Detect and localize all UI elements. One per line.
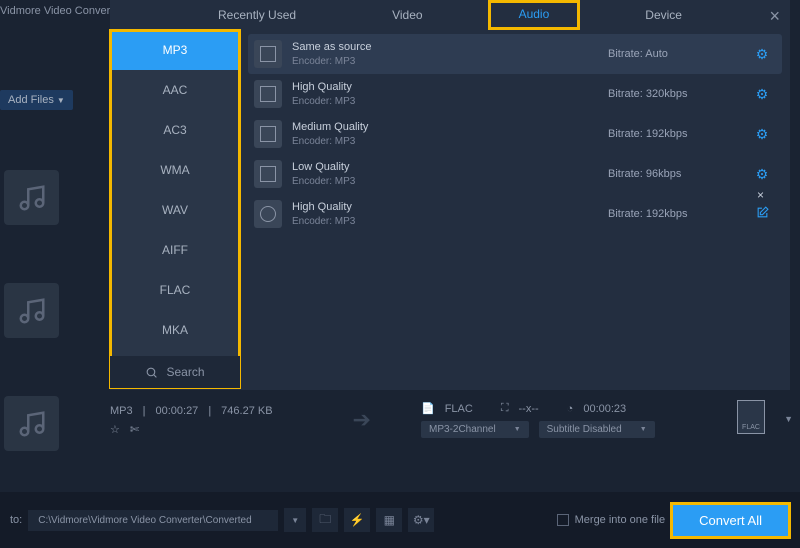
format-item-ac3[interactable]: AC3 xyxy=(110,110,240,150)
tab-audio[interactable]: Audio xyxy=(489,1,580,29)
preset-same-as-source[interactable]: Same as source Encoder: MP3 Bitrate: Aut… xyxy=(248,34,782,74)
tab-recently-used[interactable]: Recently Used xyxy=(188,2,326,28)
format-search[interactable]: Search xyxy=(110,356,240,388)
preset-title: Low Quality xyxy=(292,160,608,174)
source-duration: 00:00:27 xyxy=(155,405,198,417)
preset-high-quality[interactable]: High Quality Encoder: MP3 Bitrate: 320kb… xyxy=(248,74,782,114)
output-path[interactable]: C:\Vidmore\Vidmore Video Converter\Conve… xyxy=(28,510,278,531)
preset-low-quality[interactable]: Low Quality Encoder: MP3 Bitrate: 96kbps… xyxy=(248,154,782,194)
merge-checkbox[interactable]: Merge into one file xyxy=(557,514,666,526)
preset-bitrate: Bitrate: 192kbps xyxy=(608,128,748,140)
checkbox-icon xyxy=(557,514,569,526)
preset-title: Medium Quality xyxy=(292,120,608,134)
preset-icon xyxy=(254,40,282,68)
output-path-dropdown[interactable]: ▼ xyxy=(284,508,306,532)
target-format-icon: 📄 xyxy=(421,402,435,415)
source-info: MP3 | 00:00:27 | 746.27 KB ☆ ✄ xyxy=(110,405,273,436)
gear-icon[interactable]: ⚙ xyxy=(748,166,776,183)
format-item-wav[interactable]: WAV xyxy=(110,190,240,230)
add-files-label: Add Files xyxy=(8,94,54,106)
output-to-label: to: xyxy=(10,514,22,526)
subtitle-select[interactable]: Subtitle Disabled xyxy=(539,421,655,438)
preset-bitrate: Bitrate: Auto xyxy=(608,48,748,60)
source-size: 746.27 KB xyxy=(221,405,272,417)
add-files-button[interactable]: Add Files ▼ xyxy=(0,90,73,110)
format-sidebar: MP3 AAC AC3 WMA WAV AIFF FLAC MKA Search xyxy=(110,30,240,388)
preset-encoder: Encoder: MP3 xyxy=(292,95,608,108)
preset-medium-quality[interactable]: Medium Quality Encoder: MP3 Bitrate: 192… xyxy=(248,114,782,154)
preset-icon xyxy=(254,120,282,148)
audio-track-select[interactable]: MP3-2Channel xyxy=(421,421,529,438)
preset-encoder: Encoder: MP3 xyxy=(292,175,608,188)
top-tabs: Recently Used Video Audio Device xyxy=(110,0,790,30)
merge-label: Merge into one file xyxy=(575,514,666,526)
preset-bitrate: Bitrate: 192kbps xyxy=(608,208,748,220)
preset-bitrate: Bitrate: 96kbps xyxy=(608,168,748,180)
preset-title: High Quality xyxy=(292,80,608,94)
format-item-flac[interactable]: FLAC xyxy=(110,270,240,310)
format-item-mka[interactable]: MKA xyxy=(110,310,240,350)
close-icon[interactable]: × xyxy=(757,188,764,202)
preset-icon xyxy=(254,80,282,108)
format-item-mp3[interactable]: MP3 xyxy=(110,30,240,70)
preset-text: Medium Quality Encoder: MP3 xyxy=(292,120,608,147)
target-duration: 00:00:23 xyxy=(583,403,626,415)
open-folder-icon[interactable]: 🗀 xyxy=(312,508,338,532)
edit-icon[interactable] xyxy=(748,206,776,222)
music-note-icon xyxy=(17,409,47,439)
file-thumb-3[interactable] xyxy=(4,396,59,451)
preset-custom-high[interactable]: High Quality Encoder: MP3 Bitrate: 192kb… xyxy=(248,194,782,234)
settings-dropdown-icon[interactable]: ⚙▾ xyxy=(408,508,434,532)
arrow-icon: ➔ xyxy=(353,407,371,433)
music-note-icon xyxy=(17,183,47,213)
footer-bar: to: C:\Vidmore\Vidmore Video Converter\C… xyxy=(0,492,800,548)
music-note-icon xyxy=(17,296,47,326)
preset-title: High Quality xyxy=(292,200,608,214)
expand-icon: ⛶ xyxy=(501,402,509,415)
app-title: Vidmore Video Converter xyxy=(0,5,123,17)
target-format: FLAC xyxy=(445,403,473,415)
target-profile-badge[interactable]: FLAC xyxy=(737,400,765,434)
preset-text: Low Quality Encoder: MP3 xyxy=(292,160,608,187)
convert-all-button[interactable]: Convert All xyxy=(671,503,790,538)
close-icon[interactable]: × xyxy=(769,6,780,27)
gear-icon[interactable]: ⚙ xyxy=(748,46,776,63)
preset-icon xyxy=(254,160,282,188)
file-thumb-1[interactable] xyxy=(4,170,59,225)
cut-icon[interactable]: ✄ xyxy=(130,423,139,436)
target-info: 📄 FLAC ⛶ --x-- ◔ 00:00:23 MP3-2Channel S… xyxy=(421,402,775,438)
gear-icon[interactable]: ⚙ xyxy=(748,86,776,103)
gpu-icon[interactable]: ▦ xyxy=(376,508,402,532)
preset-bitrate: Bitrate: 320kbps xyxy=(608,88,748,100)
preset-text: Same as source Encoder: MP3 xyxy=(292,40,608,67)
conversion-info-bar: MP3 | 00:00:27 | 746.27 KB ☆ ✄ ➔ 📄 FLAC … xyxy=(110,395,775,445)
clock-icon: ◔ xyxy=(567,403,574,415)
gear-icon[interactable]: ⚙ xyxy=(748,126,776,143)
search-icon xyxy=(145,366,158,379)
preset-list: Same as source Encoder: MP3 Bitrate: Aut… xyxy=(240,30,790,388)
preset-encoder: Encoder: MP3 xyxy=(292,135,608,148)
star-icon[interactable]: ☆ xyxy=(110,423,120,436)
preset-encoder: Encoder: MP3 xyxy=(292,55,608,68)
preset-icon xyxy=(254,200,282,228)
profile-dropdown-caret[interactable]: ▼ xyxy=(784,414,793,424)
format-item-aac[interactable]: AAC xyxy=(110,70,240,110)
source-format: MP3 xyxy=(110,405,133,417)
format-item-wma[interactable]: WMA xyxy=(110,150,240,190)
format-item-aiff[interactable]: AIFF xyxy=(110,230,240,270)
preset-text: High Quality Encoder: MP3 xyxy=(292,200,608,227)
tab-video[interactable]: Video xyxy=(362,2,452,28)
file-thumb-2[interactable] xyxy=(4,283,59,338)
speed-icon[interactable]: ⚡ xyxy=(344,508,370,532)
preset-title: Same as source xyxy=(292,40,608,54)
tab-device[interactable]: Device xyxy=(615,2,712,28)
search-placeholder: Search xyxy=(166,365,204,379)
preset-text: High Quality Encoder: MP3 xyxy=(292,80,608,107)
preset-encoder: Encoder: MP3 xyxy=(292,215,608,228)
format-panel: Recently Used Video Audio Device × MP3 A… xyxy=(110,0,790,390)
target-dims: --x-- xyxy=(519,403,539,415)
